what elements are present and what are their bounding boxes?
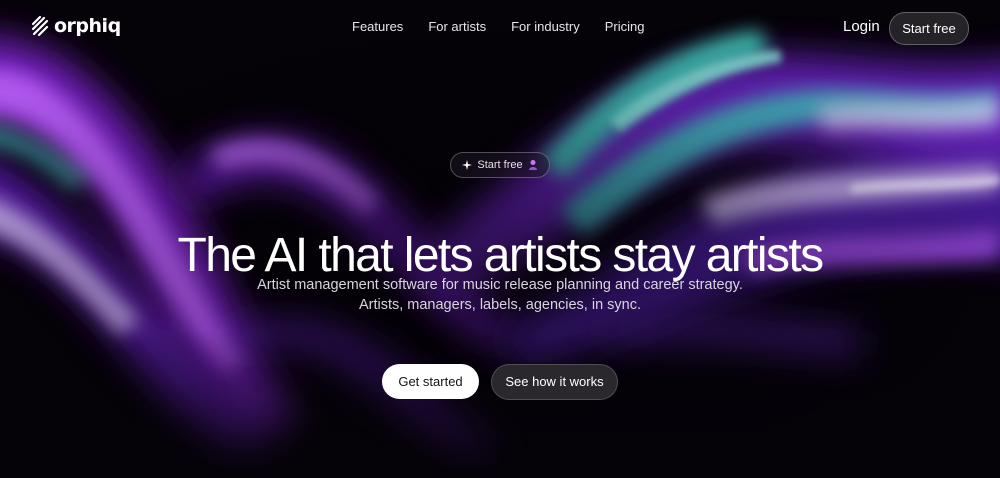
see-how-it-works-button[interactable]: See how it works	[491, 364, 618, 400]
start-free-badge[interactable]: Start free	[450, 152, 550, 178]
nav-link-features[interactable]: Features	[352, 18, 403, 36]
nav-link-for-industry[interactable]: For industry	[511, 18, 580, 36]
avatar-icon	[528, 160, 537, 170]
start-free-button[interactable]: Start free	[889, 12, 969, 45]
sparkle-icon	[462, 160, 473, 170]
hero-cta-group: Get started See how it works	[382, 364, 618, 400]
orphiq-logo-icon	[31, 15, 49, 37]
top-navigation: orphiq Features For artists For industry…	[0, 0, 1000, 56]
login-link[interactable]: Login	[843, 17, 880, 37]
hero-subline-1: Artist management software for music rel…	[257, 277, 743, 293]
brand-name: orphiq	[54, 15, 121, 37]
nav-link-pricing[interactable]: Pricing	[605, 18, 645, 36]
primary-nav: Features For artists For industry Pricin…	[352, 18, 645, 36]
hero-subline-2: Artists, managers, labels, agencies, in …	[358, 297, 642, 313]
hero-subheadline: Artist management software for music rel…	[0, 275, 1000, 315]
badge-label: Start free	[477, 159, 523, 171]
brand-logo[interactable]: orphiq	[30, 15, 121, 37]
nav-link-for-artists[interactable]: For artists	[428, 18, 486, 36]
get-started-button[interactable]: Get started	[382, 364, 479, 399]
